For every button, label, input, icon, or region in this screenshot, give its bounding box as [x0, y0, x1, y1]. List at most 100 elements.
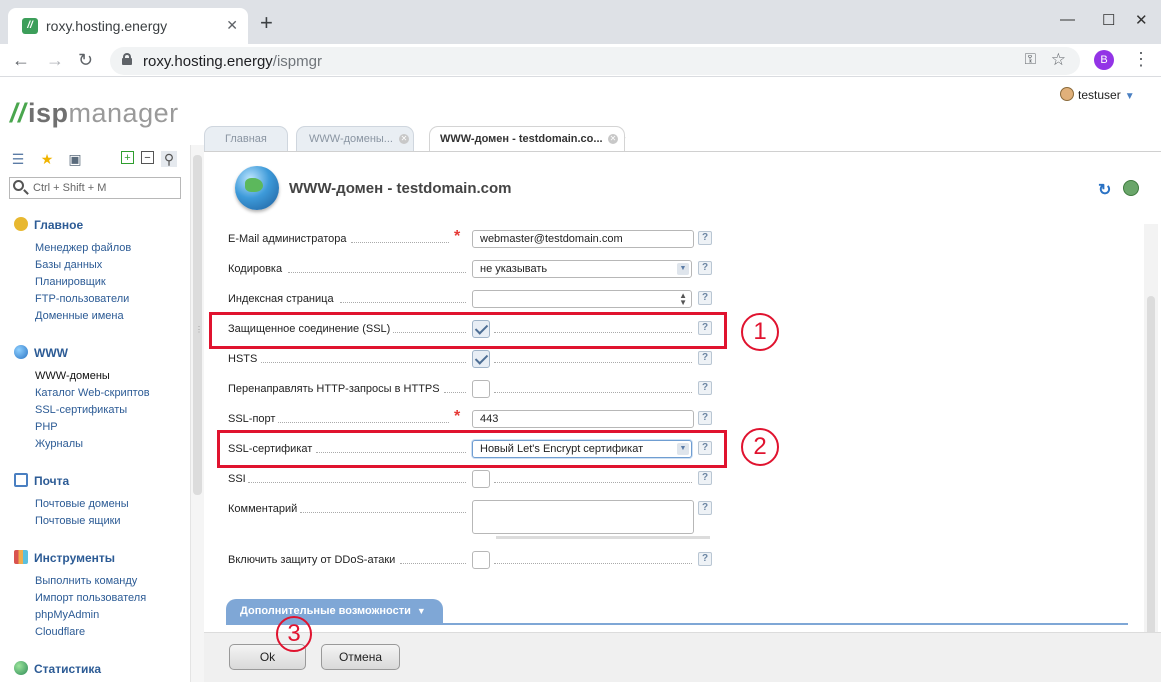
tab-www-domain-edit[interactable]: WWW-домен - testdomain.co... ✕	[429, 126, 625, 152]
browser-tab[interactable]: // roxy.hosting.energy ✕	[8, 8, 248, 44]
close-tab-icon[interactable]: ✕	[608, 134, 618, 144]
sidebar-item-ssl-certificates[interactable]: SSL-сертификаты	[35, 404, 127, 416]
ddos-protection-checkbox[interactable]	[472, 551, 490, 569]
minimize-icon[interactable]: —	[1060, 11, 1075, 28]
help-question-icon[interactable]: ?	[698, 552, 712, 566]
sidebar-item-cloudflare[interactable]: Cloudflare	[35, 626, 85, 638]
help-question-icon[interactable]: ?	[698, 381, 712, 395]
globe-group-icon	[14, 345, 28, 359]
address-bar[interactable]: roxy.hosting.energy/ispmgr ⚿ ☆	[110, 47, 1080, 75]
help-question-icon[interactable]: ?	[698, 231, 712, 245]
sidebar-group-main[interactable]: Главное	[14, 217, 83, 232]
help-question-icon[interactable]: ?	[698, 471, 712, 485]
help-icon[interactable]	[1123, 180, 1139, 196]
site-favicon-icon: //	[22, 18, 38, 34]
help-question-icon[interactable]: ?	[698, 261, 712, 275]
comment-label: Комментарий	[228, 503, 298, 515]
row-admin-email: E-Mail администратора * webmaster@testdo…	[228, 228, 718, 250]
sidebar-item-ftp-users[interactable]: FTP-пользователи	[35, 293, 129, 305]
sidebar-item-php[interactable]: PHP	[35, 421, 58, 433]
help-question-icon[interactable]: ?	[698, 291, 712, 305]
expand-all-icon[interactable]: +	[121, 151, 134, 164]
browser-tab-title: roxy.hosting.energy	[46, 18, 168, 34]
sidebar-group-statistics[interactable]: Статистика	[14, 661, 101, 676]
tools-group-icon	[14, 550, 28, 564]
user-menu[interactable]: testuser ▼	[1060, 87, 1135, 102]
ssi-checkbox[interactable]	[472, 470, 490, 488]
sidebar-item-logs[interactable]: Журналы	[35, 438, 83, 450]
forward-icon[interactable]: →	[46, 50, 64, 70]
sidebar-item-mailboxes[interactable]: Почтовые ящики	[35, 515, 121, 527]
close-tab-icon[interactable]: ✕	[226, 17, 238, 34]
tab-www-domains[interactable]: WWW-домены... ✕	[296, 126, 414, 152]
bookmark-star-icon[interactable]: ☆	[1051, 50, 1066, 70]
back-icon[interactable]: ←	[12, 50, 30, 70]
ddos-protection-label: Включить защиту от DDoS-атаки	[228, 554, 396, 566]
textarea-scrollbar[interactable]	[496, 536, 710, 539]
comment-textarea[interactable]	[472, 500, 694, 534]
sidebar-group-tools[interactable]: Инструменты	[14, 550, 115, 565]
sidebar-item-databases[interactable]: Базы данных	[35, 259, 102, 271]
https-redirect-label: Перенаправлять HTTP-запросы в HTTPS	[228, 383, 440, 395]
annotation-highlight-ssl-certificate	[217, 430, 727, 468]
cancel-button[interactable]: Отмена	[321, 644, 400, 670]
sidebar-item-www-domains[interactable]: WWW-домены	[35, 370, 110, 382]
sidebar-item-scheduler[interactable]: Планировщик	[35, 276, 106, 288]
sidebar-item-file-manager[interactable]: Менеджер файлов	[35, 242, 131, 254]
user-icon	[1060, 87, 1074, 101]
sidebar-item-phpmyadmin[interactable]: phpMyAdmin	[35, 609, 99, 621]
form-scrollbar[interactable]	[1144, 224, 1158, 682]
content-panel: WWW-домен - testdomain.com ↻ E-Mail адми…	[204, 151, 1161, 682]
browser-menu-icon[interactable]: ⋮	[1132, 49, 1150, 70]
sidebar-group-www[interactable]: WWW	[14, 345, 68, 360]
statistics-group-icon	[14, 661, 28, 675]
sidebar-scrollbar[interactable]: ⋮	[190, 145, 204, 682]
close-tab-icon[interactable]: ✕	[399, 134, 409, 144]
help-question-icon[interactable]: ?	[698, 501, 712, 515]
mail-group-icon	[14, 473, 28, 487]
sidebar-toolbar: ☰ ★ ▣ + − ⚲	[10, 151, 185, 169]
row-ssi: SSI ?	[228, 468, 718, 490]
app-tabs: Главная WWW-домены...✕ › WWW-домен - tes…	[204, 124, 1161, 152]
advanced-options-toggle[interactable]: Дополнительные возможности ▼	[226, 599, 443, 623]
ssl-port-input[interactable]: 443	[472, 410, 694, 428]
sidebar-item-mail-domains[interactable]: Почтовые домены	[35, 498, 129, 510]
sidebar-item-import-user[interactable]: Импорт пользователя	[35, 592, 146, 604]
row-hsts: HSTS ?	[228, 348, 718, 370]
favorites-star-icon[interactable]: ★	[39, 151, 55, 167]
index-page-input[interactable]: ▲ ▼	[472, 290, 692, 308]
https-redirect-checkbox[interactable]	[472, 380, 490, 398]
sidebar: ☰ ★ ▣ + − ⚲ Ctrl + Shift + M Главное Мен…	[0, 145, 190, 682]
window-close-icon[interactable]: ✕	[1135, 11, 1148, 29]
tab-home[interactable]: Главная	[204, 126, 288, 152]
tree-view-icon[interactable]: ☰	[10, 151, 26, 167]
help-question-icon[interactable]: ?	[698, 411, 712, 425]
help-question-icon[interactable]: ?	[698, 351, 712, 365]
sidebar-group-mail[interactable]: Почта	[14, 473, 69, 488]
maximize-icon[interactable]: ☐	[1102, 11, 1115, 29]
refresh-icon[interactable]: ↻	[1098, 180, 1111, 200]
sidebar-item-web-scripts[interactable]: Каталог Web-скриптов	[35, 387, 150, 399]
reload-icon[interactable]: ↻	[78, 50, 93, 70]
profile-avatar[interactable]: B	[1094, 50, 1114, 70]
ispmanager-logo: //ispmanager	[10, 98, 179, 128]
ssi-label: SSI	[228, 473, 246, 485]
pin-icon[interactable]: ⚲	[161, 151, 177, 167]
collapse-all-icon[interactable]: −	[141, 151, 154, 164]
required-mark: *	[454, 408, 461, 425]
row-comment: Комментарий ?	[228, 498, 718, 542]
dashboard-icon[interactable]: ▣	[67, 151, 83, 167]
hsts-checkbox[interactable]	[472, 350, 490, 368]
menu-search-input[interactable]: Ctrl + Shift + M	[9, 177, 181, 199]
admin-email-input[interactable]: webmaster@testdomain.com	[472, 230, 694, 248]
chevron-down-icon: ▼	[416, 606, 426, 616]
new-tab-icon[interactable]: +	[260, 12, 273, 34]
url-text[interactable]: roxy.hosting.energy/ispmgr	[143, 53, 322, 70]
resize-grip-icon[interactable]: ⋮	[195, 325, 203, 334]
sidebar-item-run-command[interactable]: Выполнить команду	[35, 575, 137, 587]
annotation-highlight-ssl	[209, 312, 727, 349]
sidebar-item-domain-names[interactable]: Доменные имена	[35, 310, 124, 322]
spinner-arrows-icon[interactable]: ▲ ▼	[679, 292, 687, 307]
encoding-select[interactable]: не указывать ▼	[472, 260, 692, 278]
key-icon[interactable]: ⚿	[1025, 51, 1036, 68]
